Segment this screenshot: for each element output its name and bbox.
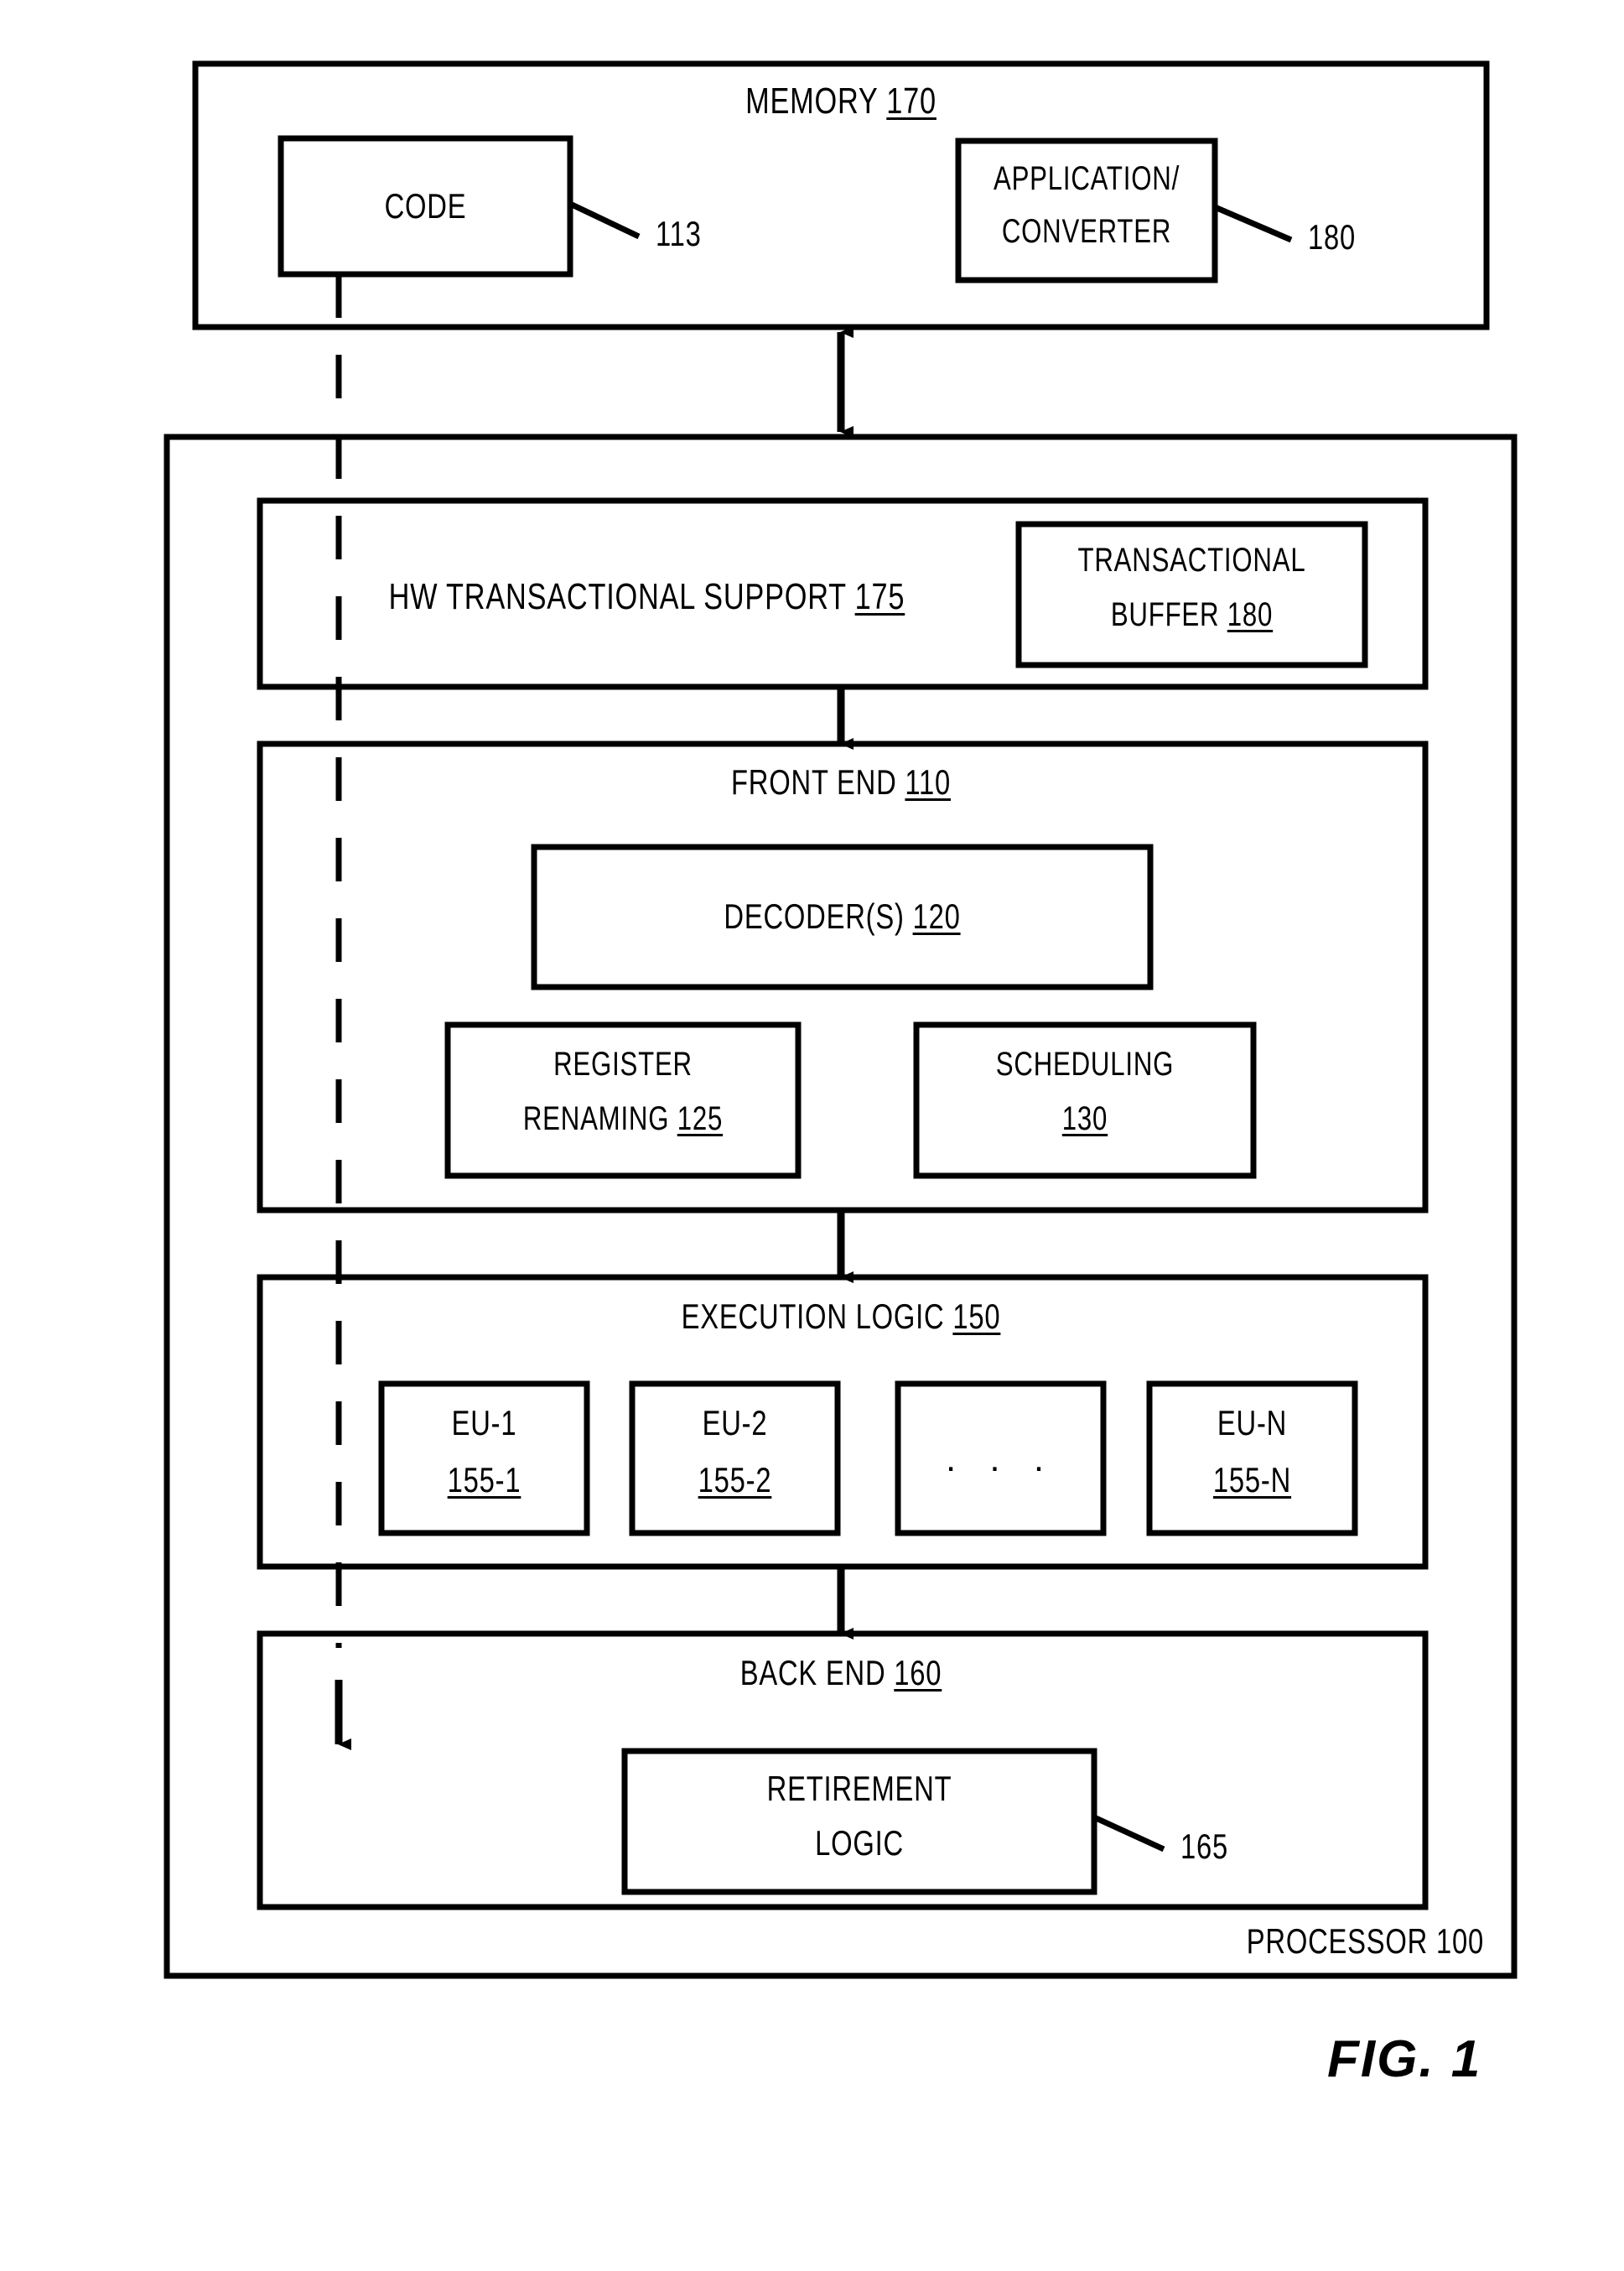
execution-logic-label: EXECUTION LOGIC 150: [681, 1297, 1001, 1336]
scheduling-ref: 130: [1061, 1100, 1108, 1137]
hw-transactional-support-ref: 175: [854, 576, 905, 617]
retirement-logic-line1: RETIREMENT: [766, 1769, 952, 1808]
retirement-logic-ref: 165: [1180, 1827, 1229, 1866]
eu-n-name: EU-N: [1217, 1403, 1288, 1442]
application-converter-ref: 180: [1308, 217, 1357, 257]
processor-title: PROCESSOR 100: [1246, 1921, 1484, 1961]
eu-n-ref: 155-N: [1212, 1460, 1292, 1499]
figure-caption: FIG. 1: [1327, 2030, 1482, 2088]
patent-figure-1: MEMORY 170 CODE 113 APPLICATION/ CONVERT…: [0, 0, 1624, 2271]
eu-1-name: EU-1: [451, 1403, 517, 1442]
register-renaming-line1: REGISTER: [553, 1046, 693, 1083]
hw-transactional-support-label: HW TRANSACTIONAL SUPPORT 175: [388, 576, 905, 617]
retirement-logic-leader-line: [1092, 1814, 1165, 1853]
application-converter-line1: APPLICATION/: [993, 160, 1180, 197]
transactional-buffer-ref: 180: [1227, 596, 1274, 633]
register-renaming-ref: 125: [677, 1100, 724, 1137]
front-end-ref: 110: [905, 762, 951, 802]
retirement-logic-line2: LOGIC: [815, 1823, 904, 1863]
register-renaming-line2: RENAMING 125: [522, 1100, 724, 1137]
execution-logic-ref: 150: [952, 1297, 1001, 1336]
application-converter-leader-line: [1213, 204, 1293, 243]
eu-1-ref: 155-1: [447, 1460, 521, 1499]
processor-ref: 100: [1435, 1921, 1484, 1961]
eu-ellipsis: . . .: [945, 1438, 1056, 1479]
transactional-buffer-line1: TRANSACTIONAL: [1077, 542, 1306, 579]
eu-2-name: EU-2: [702, 1403, 768, 1442]
memory-title: MEMORY 170: [745, 81, 937, 122]
scheduling-label: SCHEDULING: [995, 1046, 1175, 1083]
decoders-ref: 120: [912, 896, 961, 936]
eu-2-ref: 155-2: [698, 1460, 772, 1499]
transactional-buffer-line2: BUFFER 180: [1110, 596, 1274, 633]
code-leader-line: [568, 200, 641, 240]
memory-ref: 170: [886, 81, 937, 122]
code-ref: 113: [656, 214, 702, 253]
back-end-ref: 160: [894, 1653, 942, 1692]
front-end-label: FRONT END 110: [731, 762, 951, 802]
back-end-label: BACK END 160: [739, 1653, 942, 1692]
code-label: CODE: [384, 186, 467, 226]
application-converter-line2: CONVERTER: [1001, 213, 1172, 250]
decoders-label: DECODER(S) 120: [724, 896, 961, 936]
